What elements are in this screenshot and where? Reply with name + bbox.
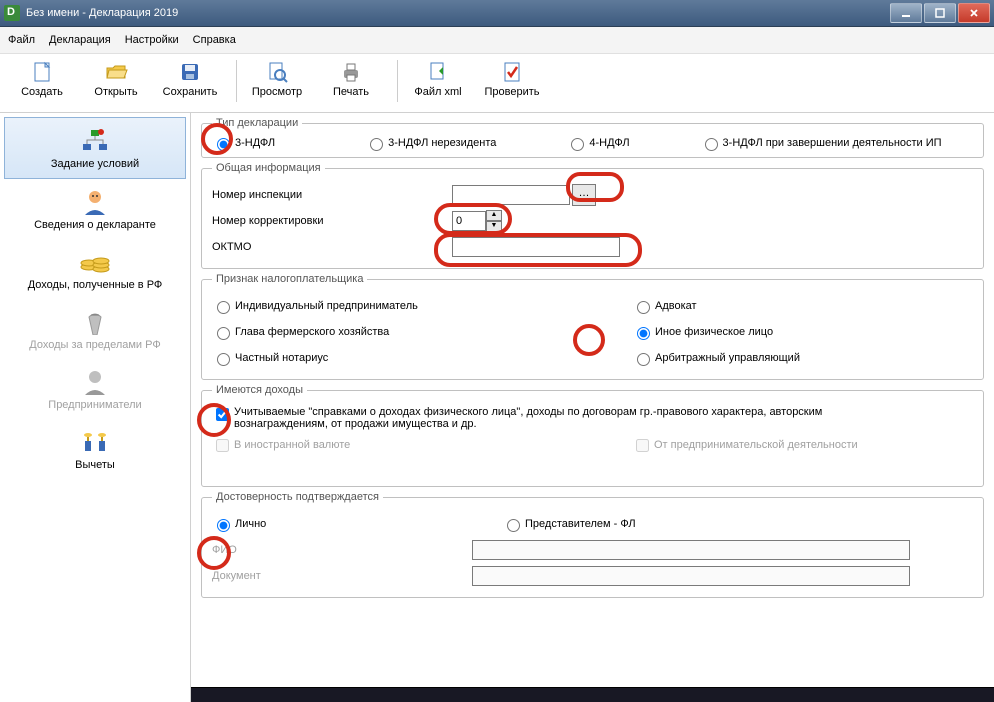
coins-icon — [75, 247, 115, 275]
menu-help[interactable]: Справка — [193, 34, 236, 46]
check-button[interactable]: Проверить — [478, 58, 546, 100]
radio-personally[interactable]: Лично — [212, 516, 472, 532]
taxpayer-legend: Признак налогоплательщика — [212, 273, 367, 285]
radio-3ndfl-nonresident[interactable]: 3-НДФЛ нерезидента — [365, 135, 496, 151]
xml-icon — [426, 60, 450, 84]
radio-farmer[interactable]: Глава фермерского хозяйства — [212, 324, 602, 340]
toolbar: Создать Открыть Сохранить Просмотр Печат… — [0, 54, 994, 113]
nav-entrepreneurs[interactable]: Предприниматели — [4, 359, 186, 419]
radio-notary[interactable]: Частный нотариус — [212, 350, 602, 366]
nav-income-abroad[interactable]: Доходы за пределами РФ — [4, 299, 186, 359]
radio-representative[interactable]: Представителем - ФЛ — [502, 516, 636, 532]
inspection-input[interactable] — [452, 185, 570, 205]
correction-input[interactable] — [452, 211, 486, 231]
correction-spin-up[interactable]: ▲ — [486, 210, 502, 221]
menu-settings[interactable]: Настройки — [125, 34, 179, 46]
xml-button[interactable]: Файл xml — [404, 58, 472, 100]
maximize-button[interactable] — [924, 3, 956, 23]
declaration-type-group: Тип декларации 3-НДФЛ 3-НДФЛ нерезидента… — [201, 117, 984, 158]
correction-spin-down[interactable]: ▼ — [486, 221, 502, 232]
person-icon — [75, 187, 115, 215]
preview-button[interactable]: Просмотр — [243, 58, 311, 100]
window-title: Без имени - Декларация 2019 — [26, 7, 178, 19]
sidebar: Задание условий Сведения о декларанте До… — [0, 113, 191, 702]
radio-arbitration-manager[interactable]: Арбитражный управляющий — [632, 350, 800, 366]
print-button[interactable]: Печать — [317, 58, 385, 100]
close-button[interactable] — [958, 3, 990, 23]
document-input — [472, 566, 910, 586]
inspection-label: Номер инспекции — [212, 189, 452, 201]
nav-income-rf[interactable]: Доходы, полученные в РФ — [4, 239, 186, 299]
income-legend: Имеются доходы — [212, 384, 307, 396]
nav-deductions[interactable]: Вычеты — [4, 419, 186, 479]
nav-conditions[interactable]: Задание условий — [4, 117, 186, 179]
correction-label: Номер корректировки — [212, 215, 452, 227]
open-button[interactable]: Открыть — [82, 58, 150, 100]
radio-other-individual[interactable]: Иное физическое лицо — [632, 324, 773, 340]
reliability-legend: Достоверность подтверждается — [212, 491, 383, 503]
radio-4ndfl[interactable]: 4-НДФЛ — [566, 135, 629, 151]
preview-icon — [265, 60, 289, 84]
print-icon — [339, 60, 363, 84]
save-icon — [178, 60, 202, 84]
fio-input — [472, 540, 910, 560]
menu-file[interactable]: Файл — [8, 34, 35, 46]
deductions-icon — [75, 427, 115, 455]
check-icon — [500, 60, 524, 84]
title-bar: Без имени - Декларация 2019 — [0, 0, 994, 27]
declaration-type-legend: Тип декларации — [212, 117, 302, 129]
check-foreign-currency[interactable]: В иностранной валюте — [212, 436, 602, 455]
radio-3ndfl-ip-close[interactable]: 3-НДФЛ при завершении деятельности ИП — [700, 135, 942, 151]
menu-declaration[interactable]: Декларация — [49, 34, 111, 46]
inspection-browse-button[interactable]: … — [572, 184, 596, 206]
fio-label: ФИО — [212, 544, 472, 556]
content-pane: Тип декларации 3-НДФЛ 3-НДФЛ нерезидента… — [191, 113, 994, 702]
radio-advocate[interactable]: Адвокат — [632, 298, 697, 314]
minimize-button[interactable] — [890, 3, 922, 23]
nav-declarant[interactable]: Сведения о декларанте — [4, 179, 186, 239]
app-icon — [4, 5, 20, 21]
create-button[interactable]: Создать — [8, 58, 76, 100]
conditions-icon — [75, 126, 115, 154]
entrepreneur-icon — [75, 367, 115, 395]
money-bag-icon — [75, 307, 115, 335]
radio-ip[interactable]: Индивидуальный предприниматель — [212, 298, 602, 314]
oktmo-input[interactable] — [452, 237, 620, 257]
taxpayer-group: Признак налогоплательщика Индивидуальный… — [201, 273, 984, 380]
check-entrepreneur-activity[interactable]: От предпринимательской деятельности — [632, 436, 858, 455]
income-group: Имеются доходы Учитываемые "справками о … — [201, 384, 984, 487]
radio-3ndfl[interactable]: 3-НДФЛ — [212, 135, 275, 151]
save-button[interactable]: Сохранить — [156, 58, 224, 100]
general-info-legend: Общая информация — [212, 162, 325, 174]
document-label: Документ — [212, 570, 472, 582]
check-income-certificates[interactable]: Учитываемые "справками о доходах физичес… — [212, 406, 914, 430]
new-file-icon — [30, 60, 54, 84]
reliability-group: Достоверность подтверждается Лично Предс… — [201, 491, 984, 598]
menu-bar: Файл Декларация Настройки Справка — [0, 27, 994, 54]
open-folder-icon — [104, 60, 128, 84]
general-info-group: Общая информация Номер инспекции … Номер… — [201, 162, 984, 269]
oktmo-label: ОКТМО — [212, 241, 452, 253]
